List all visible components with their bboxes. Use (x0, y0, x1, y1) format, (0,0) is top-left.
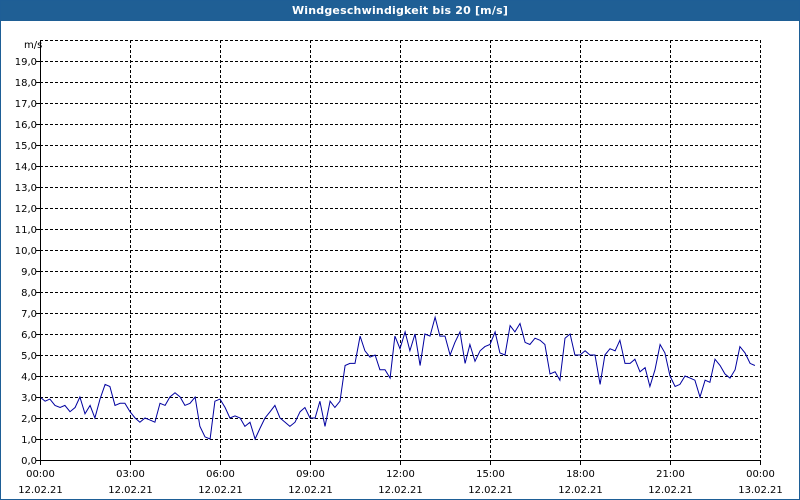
y-tick-label: 8,0 (21, 288, 37, 299)
y-tick-label: 12,0 (15, 204, 37, 215)
x-tick-date-label: 12.02.21 (18, 485, 63, 496)
x-tick-date-label: 12.02.21 (468, 485, 513, 496)
y-tick-label: 0,0 (21, 456, 37, 467)
wind-speed-chart: m/s 0,0 1,0 2,0 3,0 4,0 5,0 6,0 7,0 8,0 9,0 10,0 11… (15, 40, 783, 496)
x-tick-time-label: 06:00 (206, 469, 235, 480)
y-tick-label: 4,0 (21, 372, 37, 383)
y-tick-label: 11,0 (15, 225, 37, 236)
y-tick-label: 17,0 (15, 99, 37, 110)
x-tick-date-label: 13.02.21 (738, 485, 783, 496)
y-tick-labels: 0,0 1,0 2,0 3,0 4,0 5,0 6,0 7,0 8,0 9,0 10,0 11,0 12… (15, 57, 37, 467)
y-tick-label: 9,0 (21, 267, 37, 278)
y-tick-label: 15,0 (15, 141, 37, 152)
series-line (39, 315, 756, 441)
y-tick-label: 13,0 (15, 183, 37, 194)
y-tick-label: 10,0 (15, 246, 37, 257)
series-layer (39, 315, 756, 441)
y-tick-label: 6,0 (21, 330, 37, 341)
y-tick-label: 5,0 (21, 351, 37, 362)
x-tick-date-label: 12.02.21 (378, 485, 423, 496)
x-tick-labels: 00:00 12.02.21 03:00 12.02.21 06:00 12.02.21 0… (18, 469, 783, 496)
x-tick-date-label: 12.02.21 (108, 485, 153, 496)
x-tick-time-label: 00:00 (746, 469, 775, 480)
y-axis-unit-label: m/s (24, 40, 42, 51)
grid-lines (40, 40, 761, 460)
y-tick-label: 19,0 (15, 57, 37, 68)
x-tick-date-label: 12.02.21 (198, 485, 243, 496)
x-tick-time-label: 12:00 (386, 469, 415, 480)
y-tick-label: 18,0 (15, 78, 37, 89)
x-tick-time-label: 03:00 (116, 469, 145, 480)
y-tick-label: 16,0 (15, 120, 37, 131)
x-tick-time-label: 09:00 (296, 469, 325, 480)
x-tick-date-label: 12.02.21 (288, 485, 333, 496)
y-tick-label: 3,0 (21, 393, 37, 404)
x-tick-date-label: 12.02.21 (558, 485, 603, 496)
y-tick-label: 14,0 (15, 162, 37, 173)
x-tick-time-label: 15:00 (476, 469, 505, 480)
y-tick-label: 7,0 (21, 309, 37, 320)
y-tick-label: 1,0 (21, 435, 37, 446)
y-tick-label: 2,0 (21, 414, 37, 425)
x-tick-date-label: 12.02.21 (648, 485, 693, 496)
x-tick-time-label: 18:00 (566, 469, 595, 480)
x-tick-time-label: 00:00 (26, 469, 55, 480)
x-tick-time-label: 21:00 (656, 469, 685, 480)
